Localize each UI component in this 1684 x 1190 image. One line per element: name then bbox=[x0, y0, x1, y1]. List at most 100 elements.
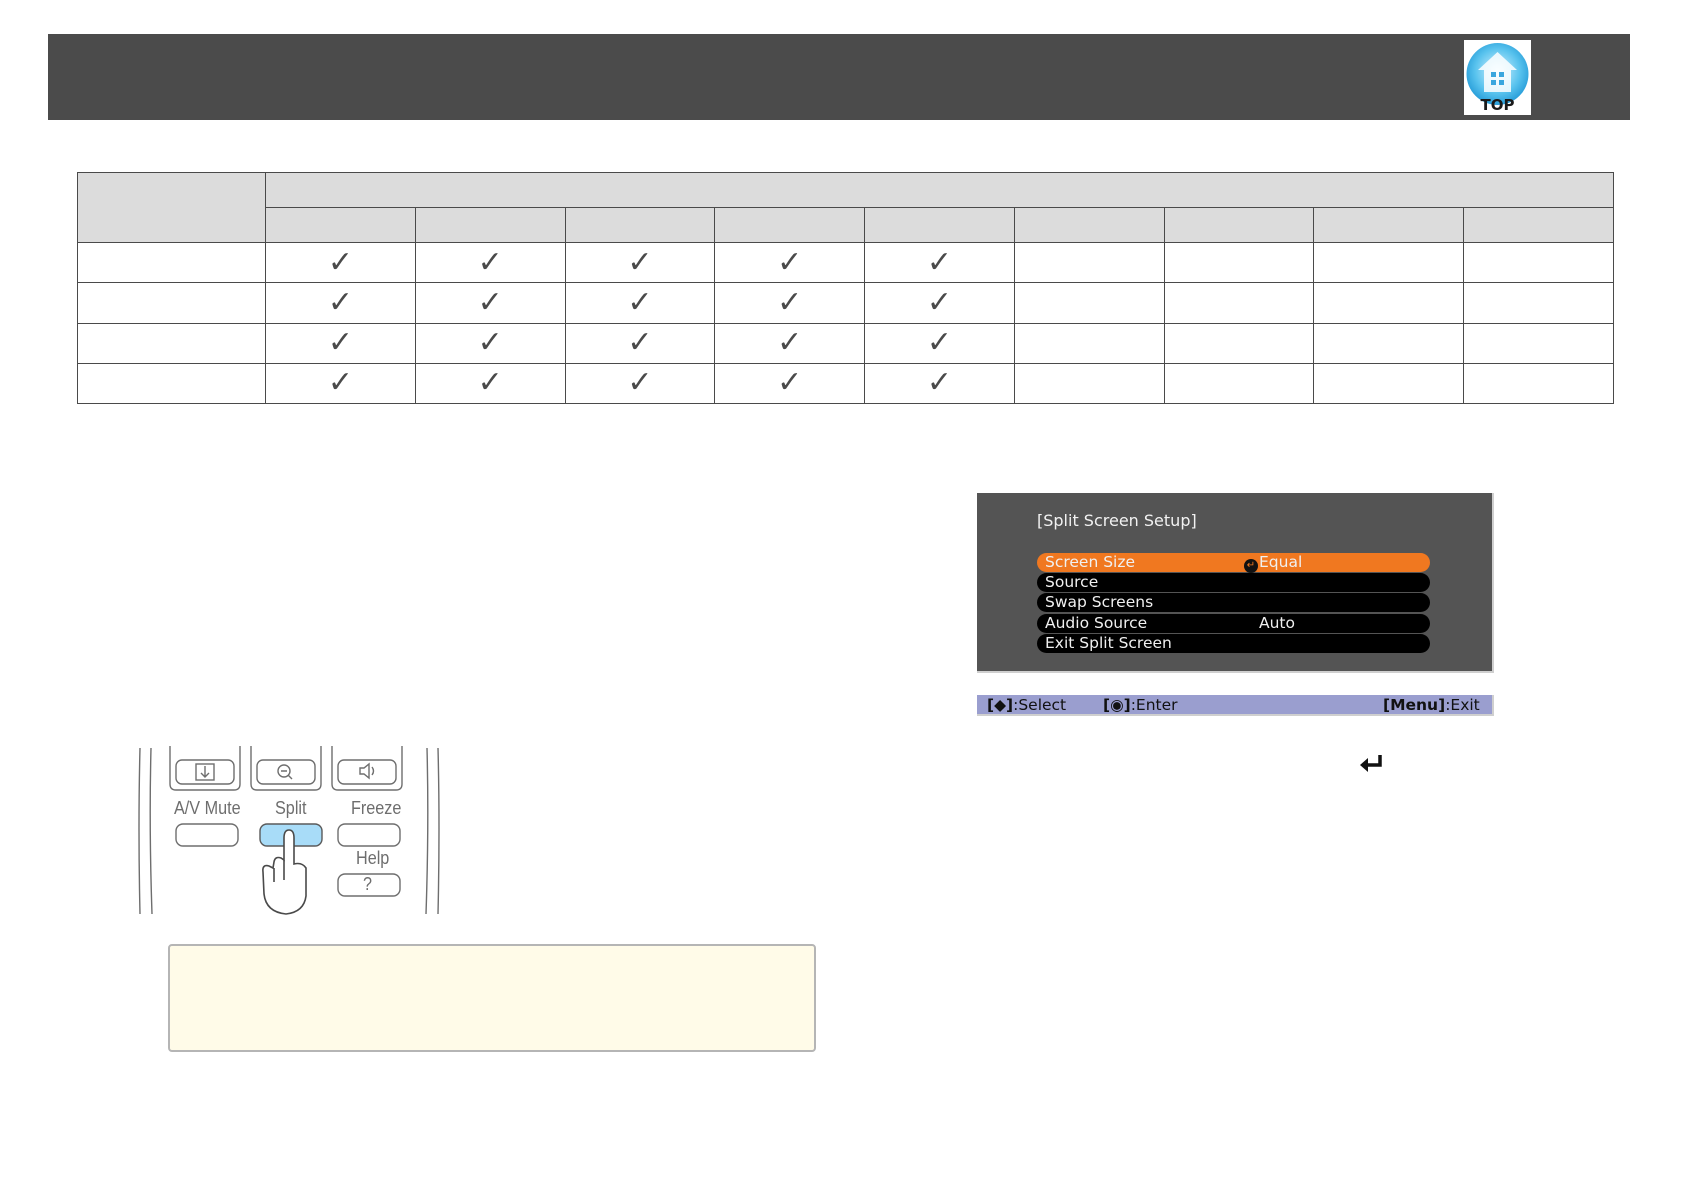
table-cell: ✓ bbox=[714, 282, 866, 324]
help-label: Help bbox=[356, 848, 390, 868]
menu-item-label: Screen Size bbox=[1045, 553, 1136, 571]
table-cell: ✓ bbox=[564, 322, 716, 364]
table-cell bbox=[1013, 322, 1165, 364]
table-row: ✓ ✓ ✓ ✓ ✓ bbox=[77, 282, 1614, 324]
check-icon: ✓ bbox=[926, 285, 953, 321]
exit-guide-text: :Exit bbox=[1445, 696, 1480, 714]
table-cell bbox=[1013, 362, 1165, 405]
table-header-row bbox=[77, 171, 1614, 244]
menu-item-value: Auto bbox=[1259, 614, 1295, 632]
menu-item-label: Exit Split Screen bbox=[1045, 634, 1172, 652]
freeze-button[interactable] bbox=[338, 824, 400, 846]
table-cell: ✓ bbox=[265, 362, 416, 405]
table-cell: ✓ bbox=[265, 322, 416, 364]
check-icon: ✓ bbox=[777, 365, 803, 401]
table-cell: ✓ bbox=[864, 362, 1015, 405]
check-icon: ✓ bbox=[926, 244, 953, 280]
compatibility-table: ✓ ✓ ✓ ✓ ✓ ✓ ✓ ✓ ✓ ✓ ✓ ✓ ✓ ✓ ✓ ✓ ✓ ✓ ✓ ✓ bbox=[77, 171, 1614, 405]
check-icon: ✓ bbox=[777, 325, 803, 361]
menu-item-audio-source[interactable]: Audio Source Auto bbox=[1037, 614, 1430, 633]
top-label: TOP bbox=[1480, 96, 1515, 114]
table-cell: ✓ bbox=[564, 362, 716, 405]
top-button[interactable]: TOP bbox=[1464, 40, 1531, 115]
table-cell bbox=[1013, 242, 1165, 284]
table-cell bbox=[1163, 362, 1315, 405]
check-icon: ✓ bbox=[777, 244, 803, 280]
table-cell bbox=[1163, 282, 1315, 324]
table-subheader-cell bbox=[564, 207, 716, 244]
table-cell: ✓ bbox=[714, 322, 866, 364]
table-cell bbox=[1463, 242, 1614, 284]
menu-item-source[interactable]: Source bbox=[1037, 573, 1430, 592]
table-cell: ✓ bbox=[864, 322, 1015, 364]
table-cell bbox=[1463, 282, 1614, 324]
select-guide-text: :Select bbox=[1013, 696, 1067, 714]
table-subheader-cell bbox=[1163, 207, 1315, 244]
table-cell bbox=[1313, 282, 1465, 324]
table-corner-cell bbox=[77, 171, 266, 244]
table-subheader-cell bbox=[1463, 207, 1614, 244]
check-icon: ✓ bbox=[627, 244, 653, 280]
table-subheader-cell bbox=[864, 207, 1015, 244]
table-cell bbox=[1013, 282, 1165, 324]
menu-item-swap-screens[interactable]: Swap Screens bbox=[1037, 593, 1430, 612]
check-icon: ✓ bbox=[627, 365, 653, 401]
row-header-cell bbox=[77, 322, 266, 364]
enter-guide-text: :Enter bbox=[1130, 696, 1178, 714]
check-icon: ✓ bbox=[477, 285, 503, 321]
menu-item-label: Swap Screens bbox=[1045, 593, 1154, 611]
table-cell bbox=[1313, 322, 1465, 364]
row-header-cell bbox=[77, 282, 266, 324]
check-icon: ✓ bbox=[327, 365, 353, 401]
table-subheader-row bbox=[78, 207, 1614, 244]
enter-icon: ↵ bbox=[1244, 559, 1258, 573]
table-group-header bbox=[265, 171, 1614, 209]
header-bar bbox=[48, 34, 1630, 120]
enter-key-icon: [◉] bbox=[1103, 696, 1131, 714]
help-button[interactable] bbox=[338, 874, 400, 896]
split-screen-setup-menu: [Split Screen Setup] Screen Size ↵ Equal … bbox=[977, 493, 1494, 673]
table-cell: ✓ bbox=[864, 282, 1015, 324]
table-cell bbox=[1463, 322, 1614, 364]
menu-item-value: Equal bbox=[1259, 553, 1303, 571]
check-icon: ✓ bbox=[477, 244, 503, 280]
table-cell: ✓ bbox=[414, 242, 566, 284]
av-mute-button[interactable] bbox=[176, 824, 238, 846]
table-subheader-cell bbox=[714, 207, 866, 244]
check-icon: ✓ bbox=[777, 285, 803, 321]
zoom-out-icon bbox=[277, 764, 293, 780]
table-cell bbox=[1463, 362, 1614, 405]
check-icon: ✓ bbox=[477, 365, 503, 401]
table-cell: ✓ bbox=[414, 282, 566, 324]
row-header-cell bbox=[77, 362, 266, 405]
table-cell: ✓ bbox=[414, 322, 566, 364]
menu-guide-bar: [◆]:Select [◉]:Enter [Menu]:Exit bbox=[977, 695, 1494, 716]
menu-item-exit-split-screen[interactable]: Exit Split Screen bbox=[1037, 634, 1430, 653]
remote-control-illustration: A/V Mute Split Freeze Help ? bbox=[136, 746, 442, 916]
table-subheader-cell bbox=[265, 207, 416, 244]
split-label: Split bbox=[275, 798, 307, 818]
check-icon: ✓ bbox=[627, 325, 653, 361]
table-cell bbox=[1313, 242, 1465, 284]
table-cell bbox=[1163, 242, 1315, 284]
select-key-icon: [◆] bbox=[987, 696, 1014, 714]
table-cell: ✓ bbox=[414, 362, 566, 405]
check-icon: ✓ bbox=[926, 325, 953, 361]
table-cell: ✓ bbox=[864, 242, 1015, 284]
check-icon: ✓ bbox=[926, 365, 953, 401]
menu-key-label: [Menu] bbox=[1383, 696, 1446, 714]
check-icon: ✓ bbox=[327, 285, 353, 321]
volume-icon bbox=[359, 762, 375, 780]
check-icon: ✓ bbox=[327, 325, 353, 361]
table-subheader-cell bbox=[414, 207, 566, 244]
menu-title: [Split Screen Setup] bbox=[1037, 511, 1197, 530]
table-cell bbox=[1313, 362, 1465, 405]
menu-item-label: Source bbox=[1045, 573, 1099, 591]
table-row: ✓ ✓ ✓ ✓ ✓ bbox=[77, 322, 1614, 364]
menu-item-screen-size[interactable]: Screen Size ↵ Equal bbox=[1037, 553, 1430, 573]
table-cell: ✓ bbox=[564, 242, 716, 284]
table-row: ✓ ✓ ✓ ✓ ✓ bbox=[77, 242, 1614, 284]
enter-arrow-icon bbox=[1360, 755, 1382, 772]
av-mute-label: A/V Mute bbox=[174, 798, 241, 818]
check-icon: ✓ bbox=[327, 244, 353, 280]
